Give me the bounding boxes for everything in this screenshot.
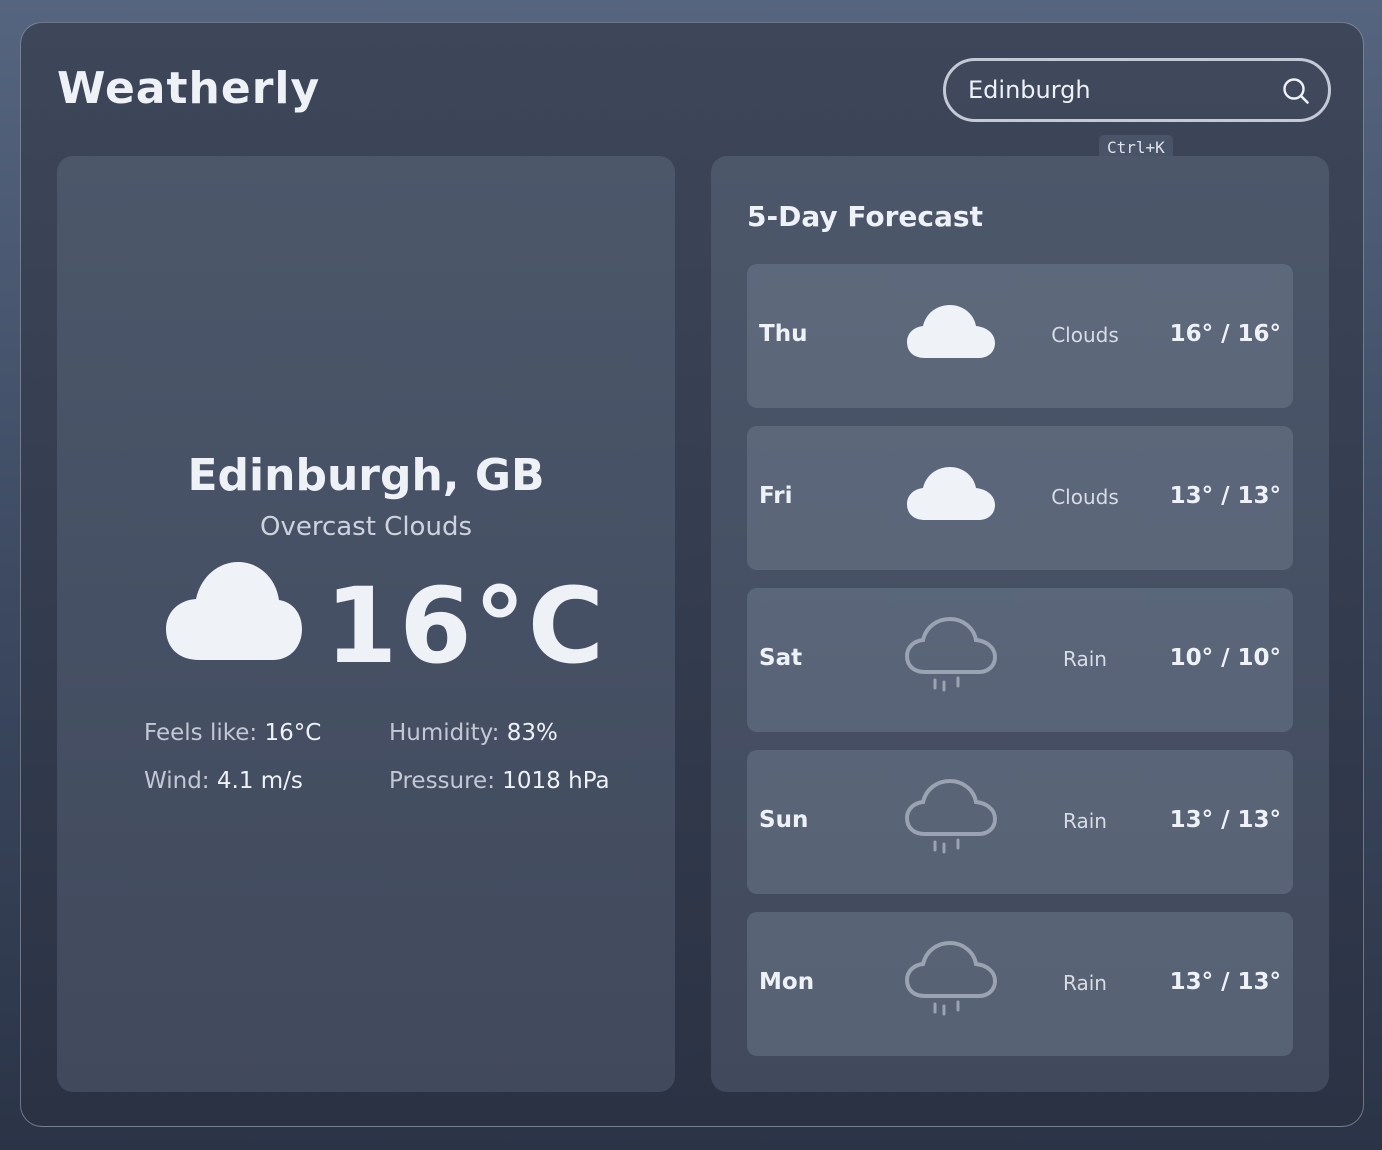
forecast-row-fri[interactable]: Fri Clouds 13° / 13°	[747, 426, 1293, 570]
humidity-stat: Humidity: 83%	[389, 722, 558, 745]
rain-icon	[905, 778, 998, 854]
forecast-temperature: 10° / 10°	[1169, 645, 1281, 671]
pressure-label: Pressure:	[389, 768, 495, 794]
forecast-row-mon[interactable]: Mon Rain 13° / 13°	[747, 912, 1293, 1056]
forecast-day: Sun	[759, 807, 809, 833]
forecast-day: Sat	[759, 645, 803, 671]
app-window: Weatherly Ctrl+K Edinburgh, GB Overcast …	[20, 22, 1364, 1127]
forecast-temperature: 13° / 13°	[1169, 483, 1281, 509]
forecast-day: Thu	[759, 321, 808, 347]
wind-stat: Wind: 4.1 m/s	[144, 770, 303, 793]
cloud-icon	[907, 467, 995, 520]
forecast-condition: Rain	[1063, 971, 1107, 995]
forecast-row-sun[interactable]: Sun Rain 13° / 13°	[747, 750, 1293, 894]
pressure-value: 1018 hPa	[502, 768, 610, 794]
forecast-condition: Clouds	[1051, 323, 1119, 347]
forecast-temperature: 13° / 13°	[1169, 969, 1281, 995]
humidity-value: 83%	[506, 720, 558, 746]
feels-like-stat: Feels like: 16°C	[144, 722, 321, 745]
forecast-row-sat[interactable]: Sat Rain 10° / 10°	[747, 588, 1293, 732]
forecast-list: Thu Clouds 16° / 16° Fri Clouds 13° / 13…	[747, 264, 1293, 1074]
cloud-icon	[166, 562, 302, 660]
current-weather-panel: Edinburgh, GB Overcast Clouds 16°C Feels…	[57, 156, 675, 1092]
forecast-condition: Rain	[1063, 809, 1107, 833]
current-temperature: 16°C	[325, 565, 607, 687]
forecast-title: 5-Day Forecast	[747, 200, 983, 233]
weather-condition: Overcast Clouds	[259, 512, 472, 542]
search-icon[interactable]	[1282, 77, 1310, 105]
forecast-condition: Clouds	[1051, 485, 1119, 509]
forecast-temperature: 13° / 13°	[1169, 807, 1281, 833]
wind-value: 4.1 m/s	[216, 768, 303, 794]
forecast-row-thu[interactable]: Thu Clouds 16° / 16°	[747, 264, 1293, 408]
feels-like-value: 16°C	[264, 720, 322, 746]
forecast-condition: Rain	[1063, 647, 1107, 671]
humidity-label: Humidity:	[389, 720, 500, 746]
wind-label: Wind:	[144, 768, 210, 794]
rain-icon	[905, 940, 998, 1016]
search-input[interactable]	[968, 61, 1268, 119]
app-logo-title: Weatherly	[57, 63, 321, 114]
rain-icon	[905, 616, 998, 692]
feels-like-label: Feels like:	[144, 720, 258, 746]
location-name: Edinburgh, GB	[187, 450, 545, 501]
forecast-day: Fri	[759, 483, 793, 509]
forecast-panel: 5-Day Forecast Thu Clouds 16° / 16° Fri …	[711, 156, 1329, 1092]
forecast-day: Mon	[759, 969, 815, 995]
pressure-stat: Pressure: 1018 hPa	[389, 770, 610, 793]
search-box[interactable]	[943, 58, 1331, 122]
cloud-icon	[907, 305, 995, 358]
forecast-temperature: 16° / 16°	[1169, 321, 1281, 347]
